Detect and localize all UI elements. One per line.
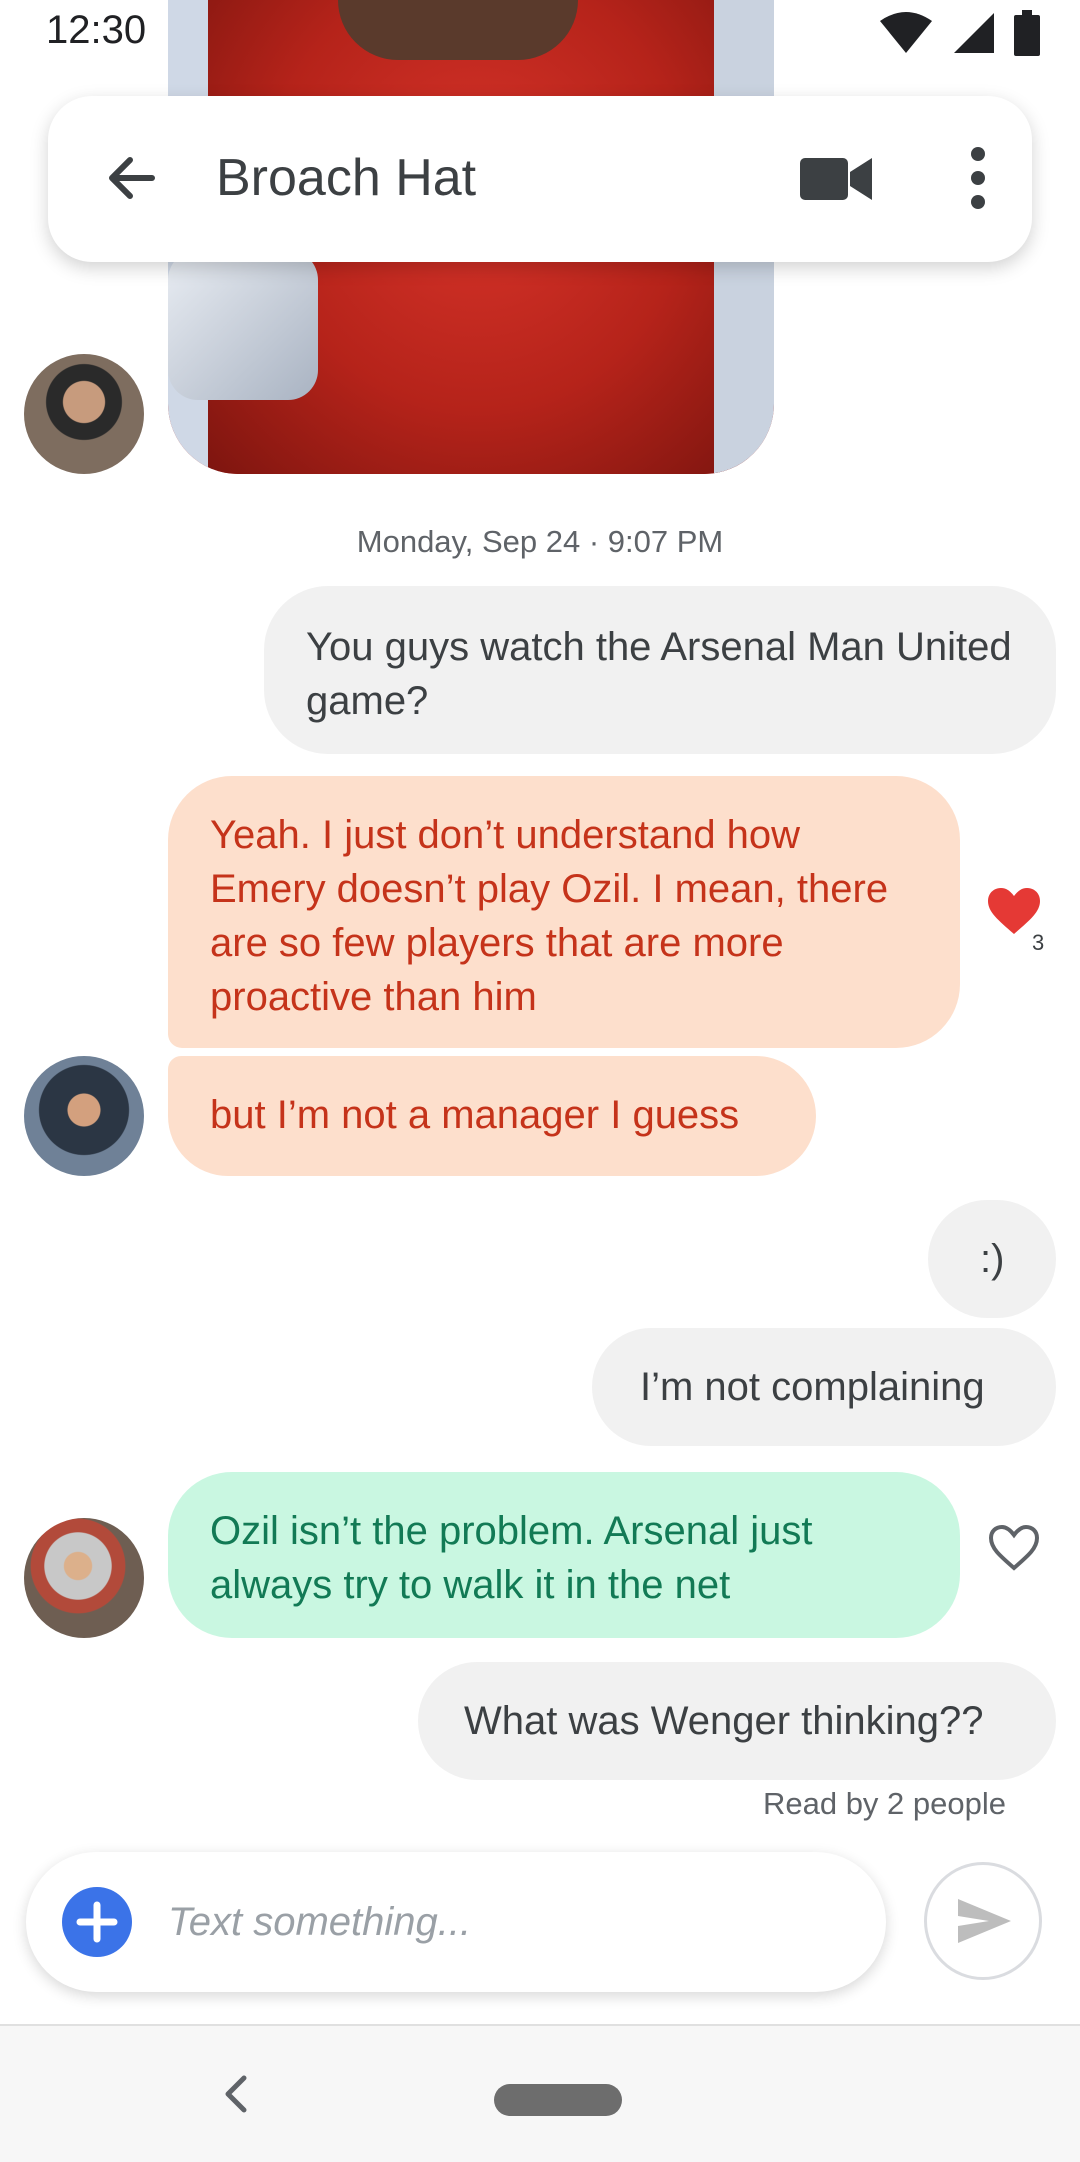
outgoing-message[interactable]: You guys watch the Arsenal Man United ga… xyxy=(264,586,1056,754)
date-divider: Monday, Sep 24 · 9:07 PM xyxy=(356,524,724,559)
signal-icon xyxy=(954,13,994,53)
send-icon xyxy=(958,1899,1011,1943)
add-icon xyxy=(76,1901,118,1943)
read-receipt: Read by 2 people xyxy=(762,1786,1006,1821)
add-attachment-button[interactable] xyxy=(62,1887,132,1957)
status-time: 12:30 xyxy=(46,8,147,52)
wifi-icon xyxy=(880,12,932,53)
nav-home-pill[interactable] xyxy=(494,2084,622,2116)
message-input[interactable] xyxy=(166,1886,850,1958)
send-button[interactable] xyxy=(924,1862,1042,1980)
outgoing-message[interactable]: :) xyxy=(928,1200,1056,1318)
status-icons xyxy=(878,10,1040,56)
avatar[interactable] xyxy=(24,1056,144,1176)
outgoing-message[interactable]: I’m not complaining xyxy=(592,1328,1056,1446)
back-arrow-icon[interactable] xyxy=(100,146,164,210)
heart-outline-icon[interactable] xyxy=(988,1524,1040,1572)
outgoing-message[interactable]: What was Wenger thinking?? xyxy=(418,1662,1056,1780)
conversation-title: Broach Hat xyxy=(216,149,477,207)
avatar[interactable] xyxy=(24,1518,144,1638)
video-call-icon[interactable] xyxy=(800,154,872,204)
system-nav-bar xyxy=(0,2024,1080,2162)
avatar[interactable] xyxy=(24,354,144,474)
reaction-count: 3 xyxy=(1032,930,1045,955)
heart-filled-icon[interactable] xyxy=(988,888,1040,936)
app-bar: Broach Hat xyxy=(48,96,1032,262)
more-vert-icon[interactable] xyxy=(958,146,998,210)
nav-back-icon[interactable] xyxy=(218,2074,254,2114)
incoming-message[interactable]: Yeah. I just don’t understand how Emery … xyxy=(168,776,960,1048)
incoming-message[interactable]: but I’m not a manager I guess xyxy=(168,1056,816,1176)
incoming-message[interactable]: Ozil isn’t the problem. Arsenal just alw… xyxy=(168,1472,960,1638)
status-bar: 12:30 xyxy=(0,0,1080,70)
message-composer xyxy=(26,1852,886,1992)
battery-icon xyxy=(1014,10,1040,56)
